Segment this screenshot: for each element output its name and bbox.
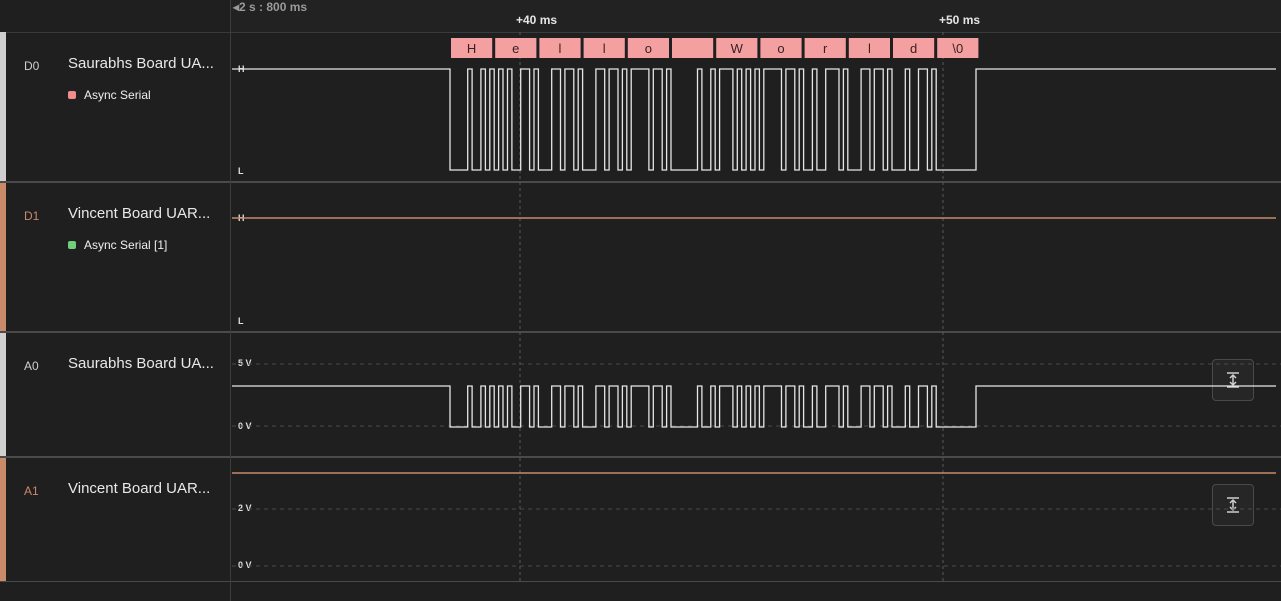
decode-char: W	[731, 41, 744, 56]
decode-char: l	[559, 41, 562, 56]
decode-char: o	[645, 41, 652, 56]
decode-char: d	[910, 41, 917, 56]
decode-char: l	[868, 41, 871, 56]
decode-box[interactable]	[672, 38, 714, 58]
decode-char: H	[467, 41, 476, 56]
waveform-canvas[interactable]: He l l o Wo r l d \0	[0, 0, 1281, 601]
decode-char: \0	[952, 41, 963, 56]
decode-bubbles: He l l o Wo r l d \0	[451, 38, 979, 58]
decode-char: e	[512, 41, 519, 56]
decode-char: r	[823, 41, 828, 56]
d0-trace	[232, 68, 1276, 171]
a0-trace	[232, 385, 1276, 428]
decode-char: l	[603, 41, 606, 56]
decode-char: o	[777, 41, 784, 56]
